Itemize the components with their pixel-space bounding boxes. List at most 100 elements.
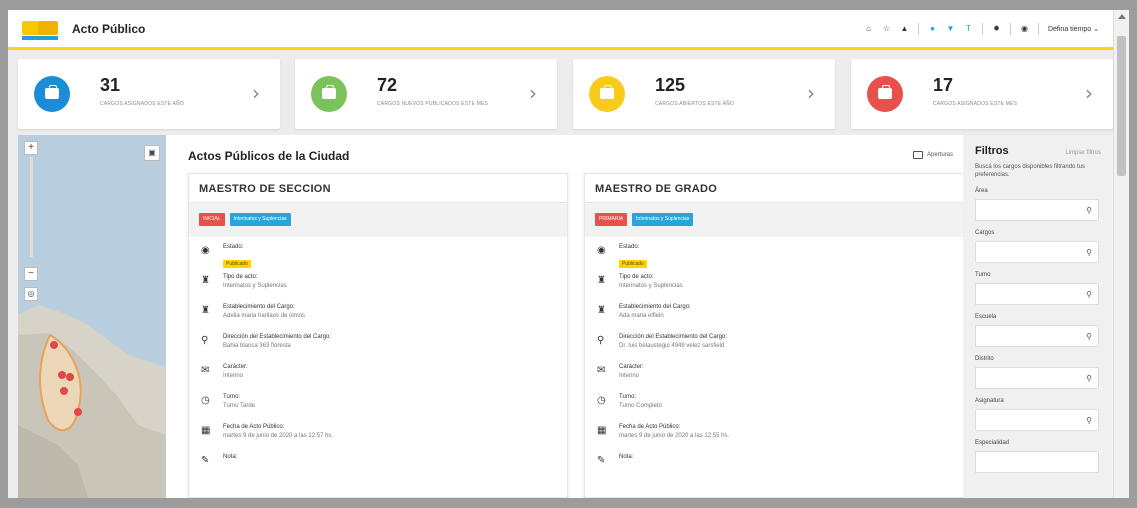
estado-row: ◉ Estado: Publicado <box>597 243 951 273</box>
nota-row: ✎ Nota: <box>201 453 555 483</box>
card-tags: INICIAL Interinatos y Suplencias <box>189 203 567 237</box>
status-icon: ◉ <box>597 245 606 256</box>
direccion-row: ⚲ Dirección del Establecimiento del Carg… <box>597 333 951 363</box>
zoom-out-button[interactable]: − <box>24 267 38 281</box>
card-title: MAESTRO DE SECCION <box>189 174 567 203</box>
filters-panel: Filtros Limpiar filtros Buscá los cargos… <box>963 135 1113 498</box>
fecha-row: ▦ Fecha de Acto Público: martes 9 de juni… <box>201 423 555 453</box>
establecimiento-row: ♜ Establecimiento del Cargo: Adelia maria… <box>201 303 555 333</box>
filter-especialidad: Especialidad <box>975 440 1101 473</box>
search-icon[interactable]: ⚲ <box>1086 290 1092 299</box>
stat-value: 125 <box>655 75 686 95</box>
filter-asignatura: Asignatura ⚲ <box>975 398 1101 431</box>
chevron-right-icon[interactable]: › <box>529 81 537 105</box>
star-icon[interactable]: ☆ <box>882 24 891 33</box>
type-tag: Interinatos y Suplencias <box>229 213 291 226</box>
scroll-up-icon[interactable] <box>1118 14 1126 19</box>
divider <box>917 22 919 35</box>
search-icon[interactable]: ⚲ <box>1086 248 1092 257</box>
aperturas-button[interactable]: Aperturas <box>912 151 953 159</box>
level-tag: PRIMARIA <box>595 213 628 226</box>
home-icon[interactable]: ⌂ <box>864 24 873 33</box>
search-icon[interactable]: ⚲ <box>1086 332 1092 341</box>
fullscreen-icon[interactable]: ▣ <box>144 145 160 161</box>
asignatura-input[interactable]: ⚲ <box>975 409 1099 431</box>
chevron-right-icon[interactable]: › <box>252 81 260 105</box>
dot-icon[interactable]: ● <box>928 24 937 33</box>
nota-row: ✎ Nota: <box>597 453 951 483</box>
map[interactable]: + − ◎ ▣ <box>18 135 166 498</box>
acto-card[interactable]: MAESTRO DE SECCION INICIAL Interinatos y… <box>188 173 568 498</box>
briefcase-icon <box>867 76 903 112</box>
clear-filters-link[interactable]: Limpiar filtros <box>1065 150 1101 156</box>
chat-icon: ✉ <box>597 365 606 376</box>
user-menu[interactable]: Defina tiempo ⌄ <box>1048 25 1099 33</box>
filter-escuela: Escuela ⚲ <box>975 314 1101 347</box>
area-input[interactable]: ⚲ <box>975 199 1099 221</box>
calendar-icon: ▦ <box>597 425 607 436</box>
turno-row: ◷ Turno: Turno Completo <box>597 393 951 423</box>
status-icon: ◉ <box>201 245 210 256</box>
calendar-icon <box>912 151 923 159</box>
pin-icon[interactable]: ▼ <box>946 24 955 33</box>
zoom-in-button[interactable]: + <box>24 141 38 155</box>
location-pin-icon: ⚲ <box>201 335 209 346</box>
card-tags: PRIMARIA Interinatos y Suplencias <box>585 203 963 237</box>
briefcase-icon <box>589 76 625 112</box>
zoom-slider[interactable] <box>30 157 33 257</box>
stat-value: 72 <box>377 75 398 95</box>
main-panel: + − ◎ ▣ Actos Públicos de la Ciudad Aper… <box>18 135 1113 498</box>
filter-icon[interactable]: T <box>964 24 973 33</box>
calendar-icon: ▦ <box>201 425 211 436</box>
filter-turno: Turno ⚲ <box>975 272 1101 305</box>
search-icon[interactable]: ⚲ <box>1086 206 1092 215</box>
type-tag: Interinatos y Suplencias <box>632 213 694 226</box>
filters-title: Filtros <box>975 145 1009 157</box>
distrito-input[interactable]: ⚲ <box>975 367 1099 389</box>
clock-icon: ◷ <box>597 395 606 406</box>
pencil-icon: ✎ <box>201 455 210 466</box>
fecha-row: ▦ Fecha de Acto Público: martes 9 de juni… <box>597 423 951 453</box>
especialidad-input[interactable] <box>975 451 1099 473</box>
clock-icon: ◷ <box>201 395 210 406</box>
locate-icon[interactable]: ◎ <box>24 287 38 301</box>
caracter-row: ✉ Carácter: Interino <box>201 363 555 393</box>
stat-value: 31 <box>100 75 121 95</box>
settings-icon[interactable]: ✹ <box>992 24 1001 33</box>
top-icons: ⌂ ☆ ▲ ● ▼ T ✹ ◉ Defina tiempo ⌄ <box>864 22 1099 35</box>
search-icon[interactable]: ⚲ <box>1086 374 1092 383</box>
filters-description: Buscá los cargos disponibles filtrando t… <box>975 164 1086 178</box>
user-icon[interactable]: ◉ <box>1020 24 1029 33</box>
divider <box>1009 22 1011 35</box>
chevron-right-icon[interactable]: › <box>807 81 815 105</box>
scroll-thumb[interactable] <box>1117 36 1126 176</box>
page-scrollbar[interactable] <box>1113 10 1129 498</box>
search-icon[interactable]: ⚲ <box>1086 416 1092 425</box>
ba-logo[interactable] <box>22 17 62 41</box>
stat-card[interactable]: 31 CARGOS ASIGNADOS ESTE AÑO › <box>18 59 280 129</box>
escuela-input[interactable]: ⚲ <box>975 325 1099 347</box>
filter-area: Área ⚲ <box>975 188 1101 221</box>
chat-icon: ✉ <box>201 365 210 376</box>
stat-card[interactable]: 125 CARGOS ABIERTOS ESTE AÑO › <box>573 59 835 129</box>
stat-card[interactable]: 17 CARGOS ASIGNADOS ESTE MES › <box>851 59 1113 129</box>
stat-caption: CARGOS ASIGNADOS ESTE MES <box>933 101 1018 107</box>
building-icon: ♜ <box>201 275 210 286</box>
bell-icon[interactable]: ▲ <box>900 24 909 33</box>
stat-caption: CARGOS ABIERTOS ESTE AÑO <box>655 101 735 107</box>
list-heading: Actos Públicos de la Ciudad <box>188 149 350 163</box>
chevron-right-icon[interactable]: › <box>1085 81 1093 105</box>
direccion-row: ⚲ Dirección del Establecimiento del Carg… <box>201 333 555 363</box>
stat-card[interactable]: 72 CARGOS NUEVOS PUBLICADOS ESTE MES › <box>295 59 557 129</box>
briefcase-icon <box>311 76 347 112</box>
building-icon: ♜ <box>597 305 606 316</box>
turno-row: ◷ Turno: Turno Tarde <box>201 393 555 423</box>
filter-cargos: Cargos ⚲ <box>975 230 1101 263</box>
acto-card[interactable]: MAESTRO DE GRADO PRIMARIA Interinatos y … <box>584 173 964 498</box>
briefcase-icon <box>34 76 70 112</box>
card-title: MAESTRO DE GRADO <box>585 174 963 203</box>
map-canvas <box>18 305 166 498</box>
cargos-input[interactable]: ⚲ <box>975 241 1099 263</box>
app-frame: Acto Público ⌂ ☆ ▲ ● ▼ T ✹ ◉ Defina tiem… <box>8 10 1129 498</box>
turno-input[interactable]: ⚲ <box>975 283 1099 305</box>
